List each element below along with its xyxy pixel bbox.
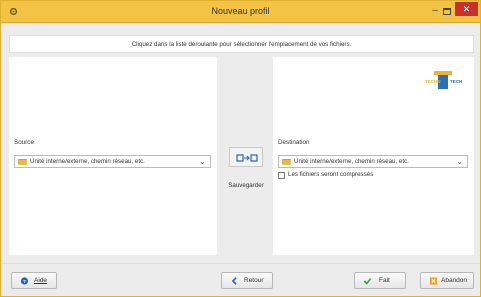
- window-title: Nouveau profil: [211, 6, 270, 16]
- svg-text:?: ?: [23, 279, 26, 285]
- cancel-button[interactable]: Abandon: [420, 272, 474, 289]
- minimize-button[interactable]: –: [429, 4, 441, 18]
- svg-text:TECHN: TECHN: [425, 79, 441, 84]
- techn-tech-logo: TECHN TECH: [425, 71, 462, 89]
- destination-dropdown-value: Unité interne/externe, chemin réseau, et…: [294, 158, 409, 165]
- help-button[interactable]: ? Aide: [11, 272, 57, 289]
- help-icon: ?: [20, 277, 29, 285]
- checkmark-icon: [363, 278, 372, 285]
- folder-icon: [18, 159, 27, 165]
- help-label: Aide: [34, 277, 48, 284]
- destination-dropdown[interactable]: Unité interne/externe, chemin réseau, et…: [278, 155, 468, 168]
- source-panel: Source Unité interne/externe, chemin rés…: [9, 57, 217, 255]
- cancel-icon: [429, 277, 438, 285]
- compress-checkbox[interactable]: [278, 172, 285, 179]
- done-button[interactable]: Fait: [354, 272, 406, 289]
- wizard-window: Nouveau profil – ✕ Cliquez dans la liste…: [0, 0, 481, 297]
- chevron-down-icon[interactable]: ⌄: [199, 157, 206, 167]
- compress-label: Les fichiers seront compressés: [288, 171, 374, 178]
- source-label: Source: [14, 139, 34, 146]
- back-button[interactable]: Retour: [221, 272, 273, 289]
- cancel-label: Abandon: [441, 277, 468, 284]
- chevron-down-icon[interactable]: ⌄: [456, 157, 463, 167]
- instructions-text: Cliquez dans la liste déroulante pour sé…: [9, 35, 474, 53]
- svg-text:TECH: TECH: [450, 79, 462, 84]
- close-button[interactable]: ✕: [455, 2, 478, 16]
- save-label: Sauvegarder: [228, 182, 264, 189]
- source-dropdown-value: Unité interne/externe, chemin réseau, et…: [30, 158, 145, 165]
- destination-label: Destination: [278, 139, 310, 146]
- source-dropdown[interactable]: Unité interne/externe, chemin réseau, et…: [14, 155, 211, 168]
- sync-arrows-icon: [236, 154, 258, 162]
- maximize-button[interactable]: [443, 8, 451, 15]
- folder-icon: [282, 159, 291, 165]
- back-arrow-icon: [231, 277, 237, 285]
- back-label: Retour: [244, 277, 264, 284]
- destination-panel: TECHN TECH Destination Unité interne/ext…: [273, 57, 474, 255]
- footer-bar: ? Aide Retour Fait Abandon: [1, 263, 480, 296]
- save-button[interactable]: [229, 147, 263, 167]
- title-bar[interactable]: Nouveau profil – ✕: [1, 1, 480, 23]
- done-label: Fait: [379, 277, 390, 284]
